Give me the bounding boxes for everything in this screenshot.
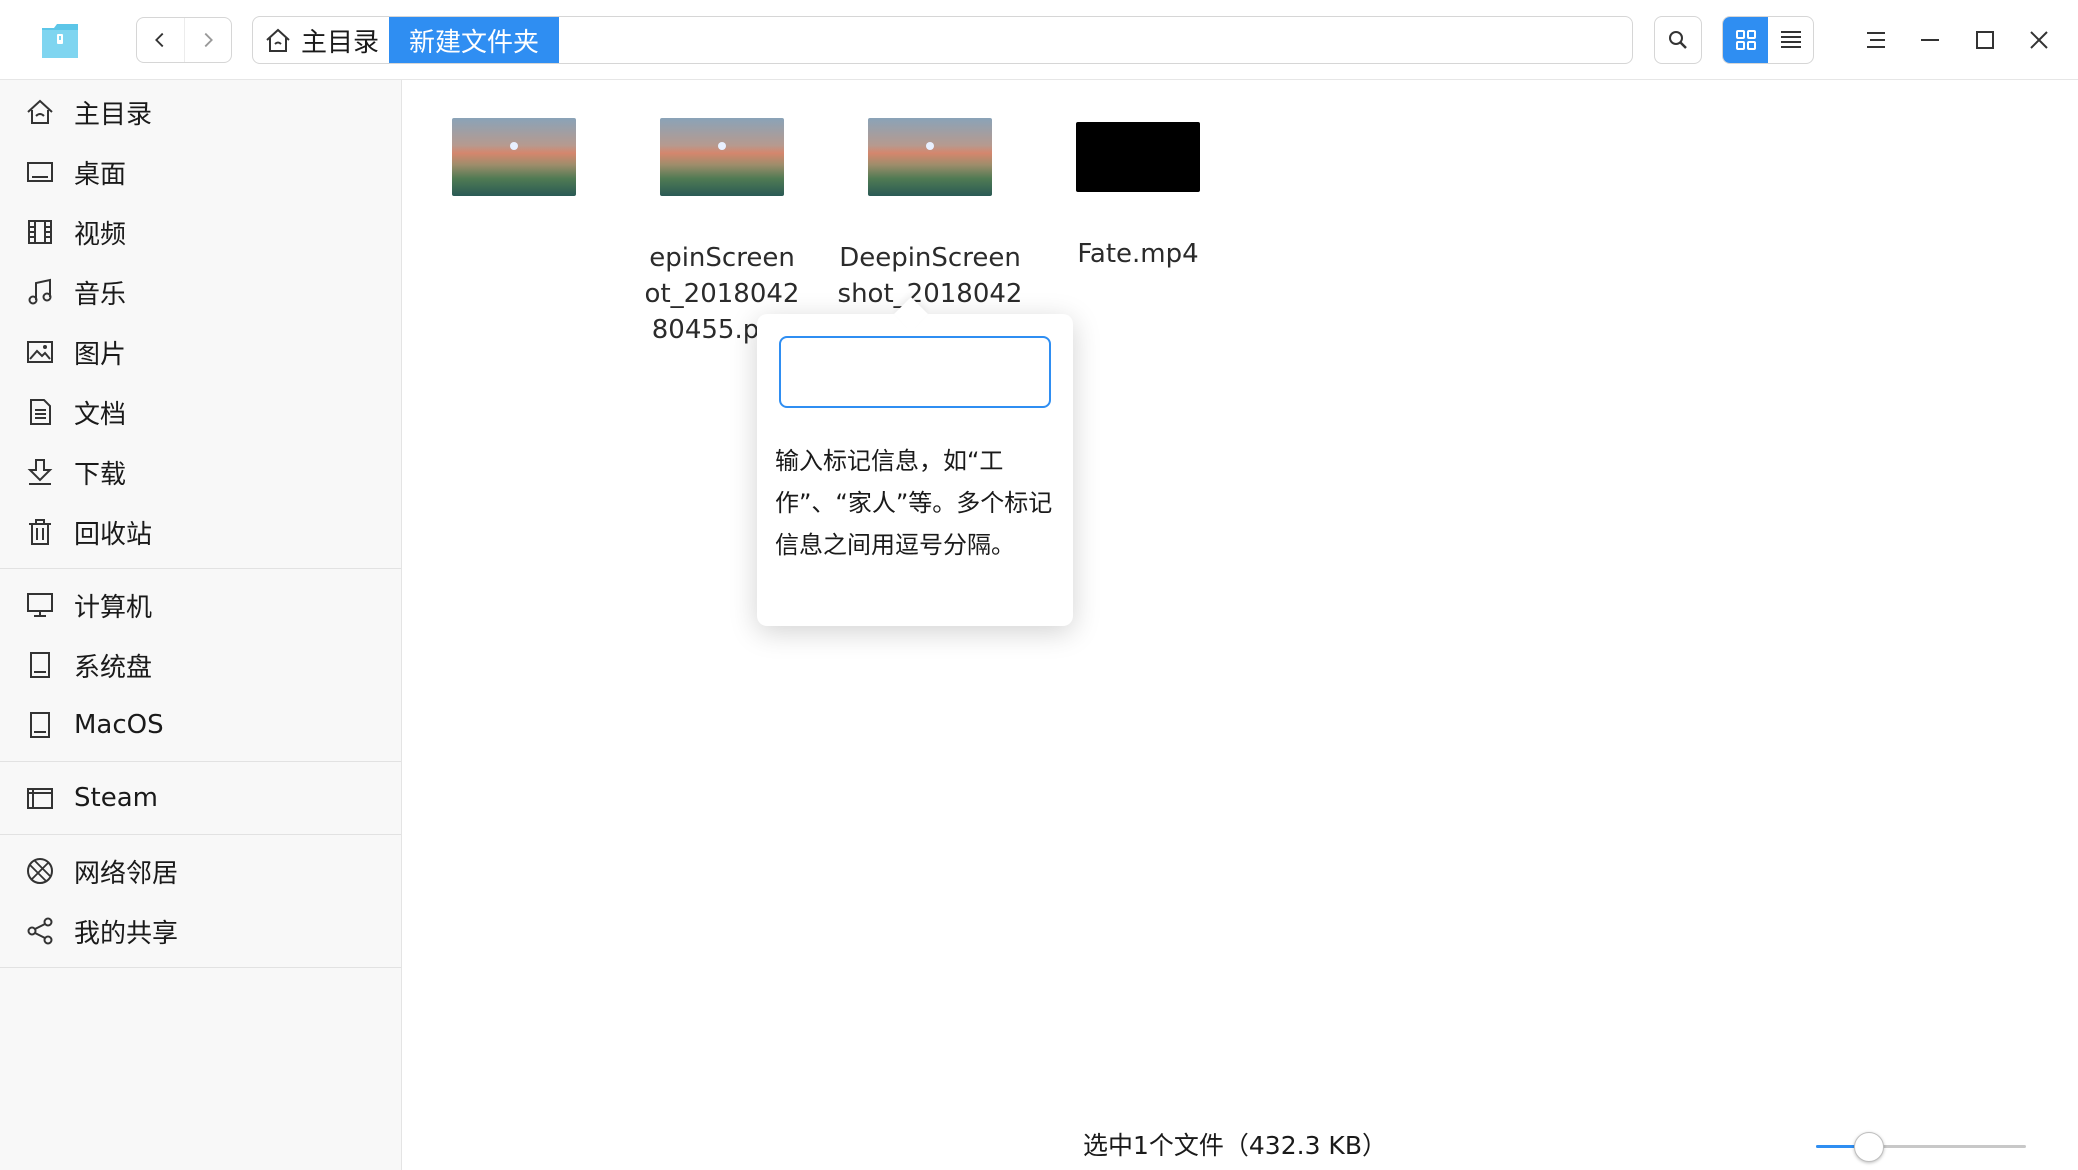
picture-icon xyxy=(27,341,53,363)
sidebar-item-videos[interactable]: 视频 xyxy=(0,202,401,262)
sidebar-item-label: 我的共享 xyxy=(74,918,179,949)
image-thumbnail xyxy=(868,118,992,196)
status-bar: 选中1个文件（432.3 KB） xyxy=(403,1126,2078,1170)
music-icon xyxy=(28,278,52,305)
sidebar-item-label: 主目录 xyxy=(74,99,153,130)
sidebar-item-label: 音乐 xyxy=(74,279,127,310)
image-thumbnail xyxy=(452,118,576,196)
breadcrumb-home[interactable]: 主目录 xyxy=(253,17,389,63)
titlebar: 主目录 新建文件夹 xyxy=(0,0,2078,80)
home-icon xyxy=(27,99,53,124)
list-icon xyxy=(1780,31,1801,48)
sidebar-item-computer[interactable]: 计算机 xyxy=(0,575,401,635)
file-item[interactable] xyxy=(419,100,609,240)
video-thumbnail xyxy=(1076,122,1200,192)
minimize-icon xyxy=(1921,39,1939,41)
sidebar-item-label: 回收站 xyxy=(74,519,153,550)
file-item[interactable]: epinScreen ot_2018042 80455.png xyxy=(627,100,817,348)
sidebar-item-my-shares[interactable]: 我的共享 xyxy=(0,901,401,961)
sidebar-group-drives: Steam xyxy=(0,762,401,835)
minimize-button[interactable] xyxy=(1910,20,1950,60)
file-manager-app-icon xyxy=(40,18,80,60)
sidebar-item-system-disk[interactable]: 系统盘 xyxy=(0,635,401,695)
sidebar: 主目录 桌面 视频 音乐 图片 文档 下载 回收站 计算机 系统盘 MacOS … xyxy=(0,80,402,1170)
view-mode-toggle xyxy=(1722,16,1814,64)
hamburger-menu-icon xyxy=(1867,32,1885,48)
video-icon xyxy=(28,220,52,244)
forward-button[interactable] xyxy=(183,18,232,62)
breadcrumb-current-folder[interactable]: 新建文件夹 xyxy=(389,17,560,63)
tag-popup: 输入标记信息，如“工作”、“家人”等。多个标记信息之间用逗号分隔。 xyxy=(757,314,1073,626)
grid-icon xyxy=(1735,30,1756,50)
chevron-left-icon xyxy=(155,32,164,48)
file-view[interactable]: epinScreen ot_2018042 80455.png DeepinSc… xyxy=(403,80,2078,1170)
sidebar-item-label: MacOS xyxy=(74,710,164,740)
close-icon xyxy=(2030,31,2048,49)
maximize-button[interactable] xyxy=(1965,20,2005,60)
disk-icon xyxy=(30,712,50,738)
file-item[interactable]: DeepinScreen shot_2018042 0080459.png xyxy=(835,100,1025,348)
sidebar-item-pictures[interactable]: 图片 xyxy=(0,322,401,382)
sidebar-item-label: 桌面 xyxy=(74,159,127,190)
file-item[interactable]: Fate.mp4 xyxy=(1043,100,1233,272)
back-button[interactable] xyxy=(137,18,184,62)
download-icon xyxy=(27,459,53,485)
sidebar-item-label: 计算机 xyxy=(74,592,153,623)
sidebar-item-network[interactable]: 网络邻居 xyxy=(0,841,401,901)
image-thumbnail xyxy=(660,118,784,196)
disk-icon xyxy=(30,652,50,678)
sidebar-group-devices: 计算机 系统盘 MacOS xyxy=(0,569,401,762)
drive-icon xyxy=(27,788,53,809)
desktop-icon xyxy=(27,162,53,182)
sidebar-item-label: Steam xyxy=(74,783,158,813)
sidebar-item-home[interactable]: 主目录 xyxy=(0,82,401,142)
navigation-buttons xyxy=(136,17,232,63)
sidebar-item-label: 网络邻居 xyxy=(74,858,179,889)
file-name: Fate.mp4 xyxy=(1077,239,1199,269)
network-icon xyxy=(27,858,53,884)
sidebar-item-music[interactable]: 音乐 xyxy=(0,262,401,322)
sidebar-item-label: 系统盘 xyxy=(74,652,153,683)
selection-status: 选中1个文件（432.3 KB） xyxy=(1083,1131,1387,1160)
sidebar-item-macos[interactable]: MacOS xyxy=(0,695,401,755)
chevron-right-icon xyxy=(204,32,213,48)
list-view-button[interactable] xyxy=(1768,17,1813,63)
sidebar-item-label: 文档 xyxy=(74,399,127,430)
sidebar-group-places: 主目录 桌面 视频 音乐 图片 文档 下载 回收站 xyxy=(0,80,401,569)
home-icon xyxy=(266,28,290,52)
sidebar-group-network: 网络邻居 我的共享 xyxy=(0,835,401,968)
maximize-icon xyxy=(1976,31,1994,49)
icon-view-button[interactable] xyxy=(1723,17,1768,63)
sidebar-item-documents[interactable]: 文档 xyxy=(0,382,401,442)
sidebar-item-label: 视频 xyxy=(74,219,127,250)
sidebar-item-trash[interactable]: 回收站 xyxy=(0,502,401,562)
search-button[interactable] xyxy=(1654,16,1702,64)
sidebar-item-label: 下载 xyxy=(74,459,127,490)
sidebar-item-desktop[interactable]: 桌面 xyxy=(0,142,401,202)
sidebar-item-downloads[interactable]: 下载 xyxy=(0,442,401,502)
tag-hint-text: 输入标记信息，如“工作”、“家人”等。多个标记信息之间用逗号分隔。 xyxy=(775,447,1053,559)
sidebar-item-label: 图片 xyxy=(74,339,127,370)
menu-button[interactable] xyxy=(1856,20,1896,60)
sidebar-item-steam[interactable]: Steam xyxy=(0,768,401,828)
tag-input[interactable] xyxy=(779,336,1051,408)
search-icon xyxy=(1669,31,1687,49)
icon-size-slider[interactable] xyxy=(1816,1132,2026,1162)
slider-handle[interactable] xyxy=(1853,1132,1884,1162)
share-icon xyxy=(27,917,53,945)
document-icon xyxy=(30,399,51,425)
trash-icon xyxy=(29,519,51,545)
computer-icon xyxy=(27,593,53,617)
breadcrumb-home-label: 主目录 xyxy=(301,27,380,58)
address-bar[interactable]: 主目录 新建文件夹 xyxy=(252,16,1633,64)
close-button[interactable] xyxy=(2019,20,2059,60)
